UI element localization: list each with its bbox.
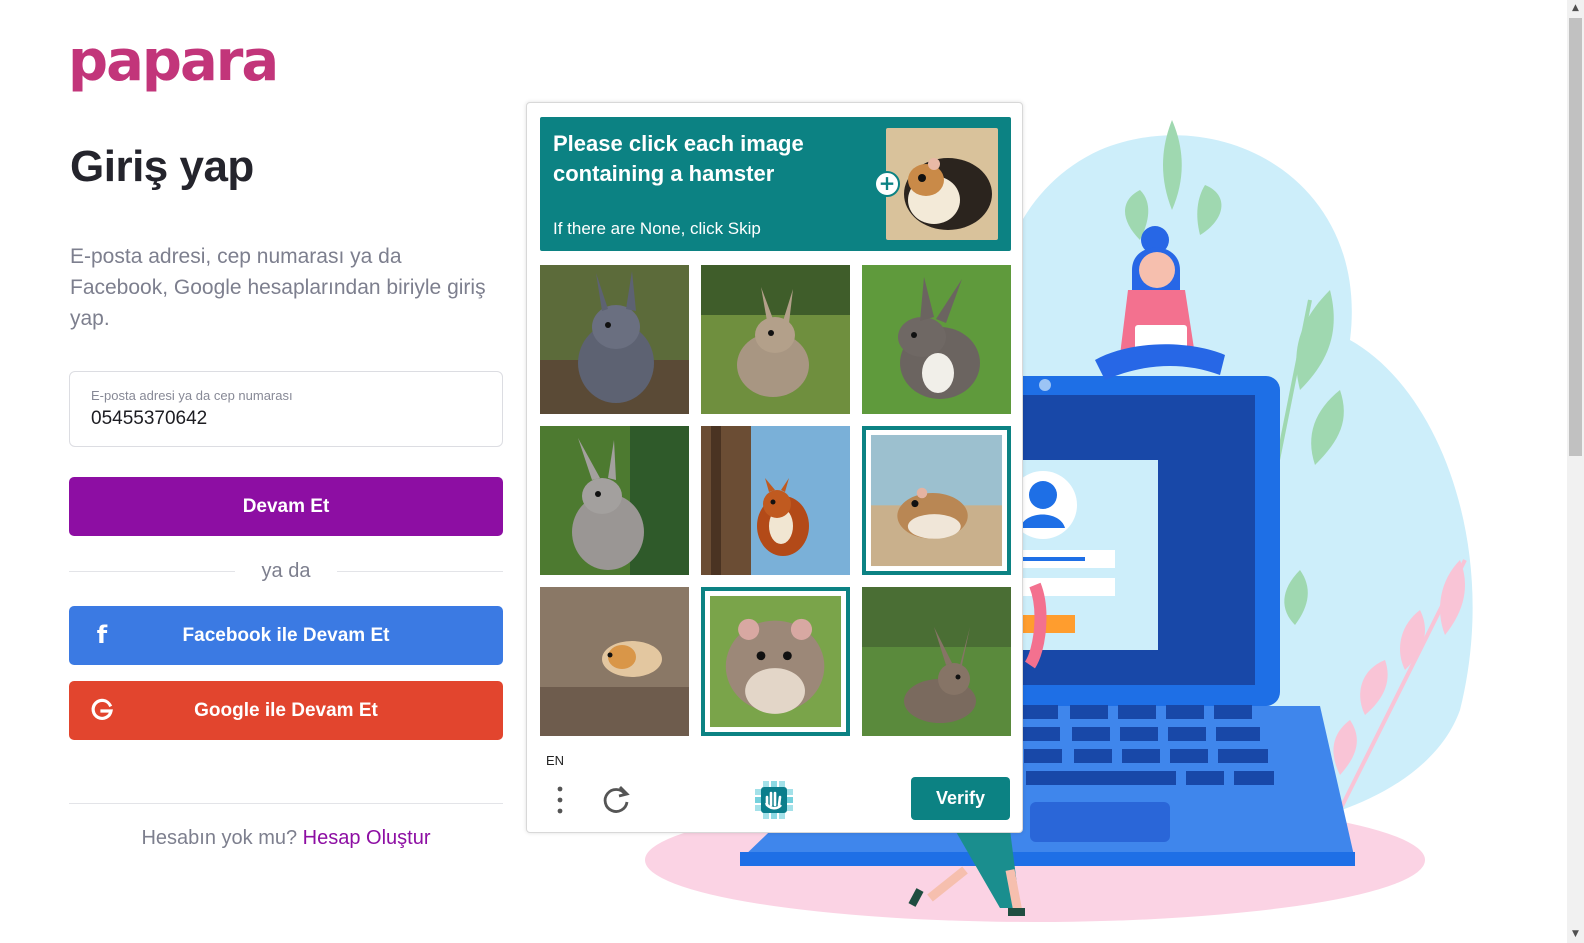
papara-logo[interactable]: papara <box>68 30 279 94</box>
signup-link[interactable]: Hesap Oluştur <box>303 827 431 849</box>
captcha-sample-image[interactable] <box>886 128 998 240</box>
facebook-icon: f <box>96 621 108 649</box>
continue-button[interactable]: Devam Et <box>69 477 503 536</box>
google-icon <box>89 697 115 723</box>
captcha-tile-3[interactable] <box>862 265 1011 414</box>
login-subtitle: E-posta adresi, cep numarası ya da Faceb… <box>70 245 486 330</box>
page-scrollbar[interactable]: ▲ ▼ <box>1567 0 1584 943</box>
refresh-icon[interactable] <box>599 783 633 817</box>
menu-dots-icon[interactable] <box>549 783 571 817</box>
facebook-login-button[interactable]: f Facebook ile Devam Et <box>69 606 503 665</box>
captcha-challenge: Please click each image containing a ham… <box>526 102 1023 833</box>
captcha-tile-8[interactable] <box>701 587 850 736</box>
captcha-tile-9[interactable] <box>862 587 1011 736</box>
page: papara Giriş yap E-posta adresi, cep num… <box>0 0 1584 943</box>
signup-prompt: Hesabın yok mu? <box>141 827 298 849</box>
phone-email-input[interactable] <box>91 408 471 430</box>
scroll-thumb[interactable] <box>1569 18 1582 456</box>
signup-row: Hesabın yok mu? Hesap Oluştur <box>69 827 503 850</box>
captcha-prompt: Please click each image containing a ham… <box>553 131 804 186</box>
captcha-header: Please click each image containing a ham… <box>540 117 1011 251</box>
scroll-down-arrow-icon[interactable]: ▼ <box>1567 926 1584 943</box>
captcha-tile-2[interactable] <box>701 265 850 414</box>
field-label: E-posta adresi ya da cep numarası <box>91 388 293 403</box>
page-title: Giriş yap <box>70 142 254 191</box>
captcha-tile-4[interactable] <box>540 426 689 575</box>
captcha-hint: If there are None, click Skip <box>553 219 761 238</box>
language-selector[interactable]: EN <box>546 753 564 768</box>
or-label: ya da <box>261 560 311 582</box>
or-divider: ya da <box>69 560 503 584</box>
google-button-label: Google ile Devam Et <box>194 699 378 721</box>
footer-divider <box>69 803 503 804</box>
hcaptcha-logo-icon <box>755 781 793 819</box>
captcha-tile-6[interactable] <box>862 426 1011 575</box>
phone-email-field[interactable]: E-posta adresi ya da cep numarası <box>69 371 503 447</box>
facebook-button-label: Facebook ile Devam Et <box>182 624 390 646</box>
sample-expand-icon[interactable]: + <box>874 171 900 197</box>
scroll-up-arrow-icon[interactable]: ▲ <box>1567 0 1584 17</box>
captcha-tile-5[interactable] <box>701 426 850 575</box>
captcha-tile-1[interactable] <box>540 265 689 414</box>
google-login-button[interactable]: Google ile Devam Et <box>69 681 503 740</box>
verify-button[interactable]: Verify <box>911 777 1010 820</box>
captcha-tile-7[interactable] <box>540 587 689 736</box>
